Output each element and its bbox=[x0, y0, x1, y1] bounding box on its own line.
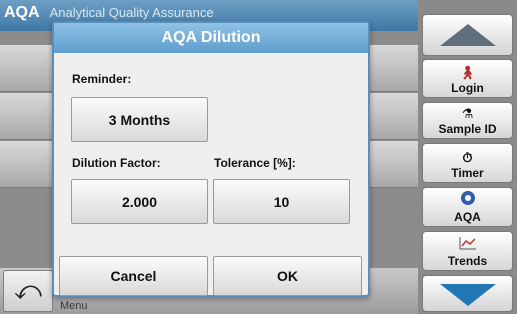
reminder-value: 3 Months bbox=[108, 111, 171, 128]
sample-id-button[interactable]: ⚗ Sample ID bbox=[422, 102, 513, 139]
scroll-down-button[interactable] bbox=[422, 275, 513, 312]
dilution-factor-label: Dilution Factor: bbox=[72, 156, 161, 170]
dialog-title: AQA Dilution bbox=[54, 23, 368, 53]
trend-chart-icon bbox=[459, 236, 477, 253]
login-button[interactable]: 🚶︎ Login bbox=[422, 59, 513, 98]
back-button[interactable]: ⤺ bbox=[3, 270, 53, 312]
cancel-button[interactable]: Cancel bbox=[59, 256, 208, 296]
flask-icon: ⚗ bbox=[461, 106, 474, 121]
timer-button[interactable]: ⏱ Timer bbox=[422, 143, 513, 183]
person-icon: 🚶︎ bbox=[459, 65, 476, 80]
undo-arrow-icon: ⤺ bbox=[14, 275, 42, 305]
dilution-factor-value: 2.000 bbox=[121, 193, 158, 210]
aqa-icon bbox=[460, 190, 476, 209]
tolerance-label: Tolerance [%]: bbox=[214, 156, 296, 170]
stopwatch-icon: ⏱ bbox=[462, 150, 473, 165]
app-subtitle: Analytical Quality Assurance bbox=[49, 5, 214, 20]
aqa-label: AQA bbox=[454, 210, 481, 224]
scroll-up-button[interactable] bbox=[422, 14, 513, 56]
reminder-button[interactable]: 3 Months bbox=[71, 97, 208, 142]
app-title: AQA bbox=[4, 4, 40, 21]
triangle-up-icon bbox=[439, 24, 496, 46]
login-label: Login bbox=[451, 81, 484, 95]
tolerance-value: 10 bbox=[273, 193, 290, 210]
timer-label: Timer bbox=[451, 166, 484, 180]
dilution-factor-button[interactable]: 2.000 bbox=[71, 179, 208, 224]
reminder-label: Reminder: bbox=[72, 72, 132, 86]
aqa-button[interactable]: AQA bbox=[422, 187, 513, 227]
triangle-down-icon bbox=[439, 283, 496, 306]
menu-label: Menu bbox=[60, 300, 88, 312]
tolerance-button[interactable]: 10 bbox=[213, 179, 350, 224]
trends-button[interactable]: Trends bbox=[422, 231, 513, 271]
trends-label: Trends bbox=[447, 254, 488, 268]
cancel-label: Cancel bbox=[110, 268, 157, 284]
sample-id-label: Sample ID bbox=[438, 122, 497, 136]
ok-button[interactable]: OK bbox=[213, 256, 362, 296]
aqa-dilution-dialog: AQA Dilution Reminder: 3 Months Dilution… bbox=[52, 21, 370, 297]
ok-label: OK bbox=[277, 268, 298, 284]
